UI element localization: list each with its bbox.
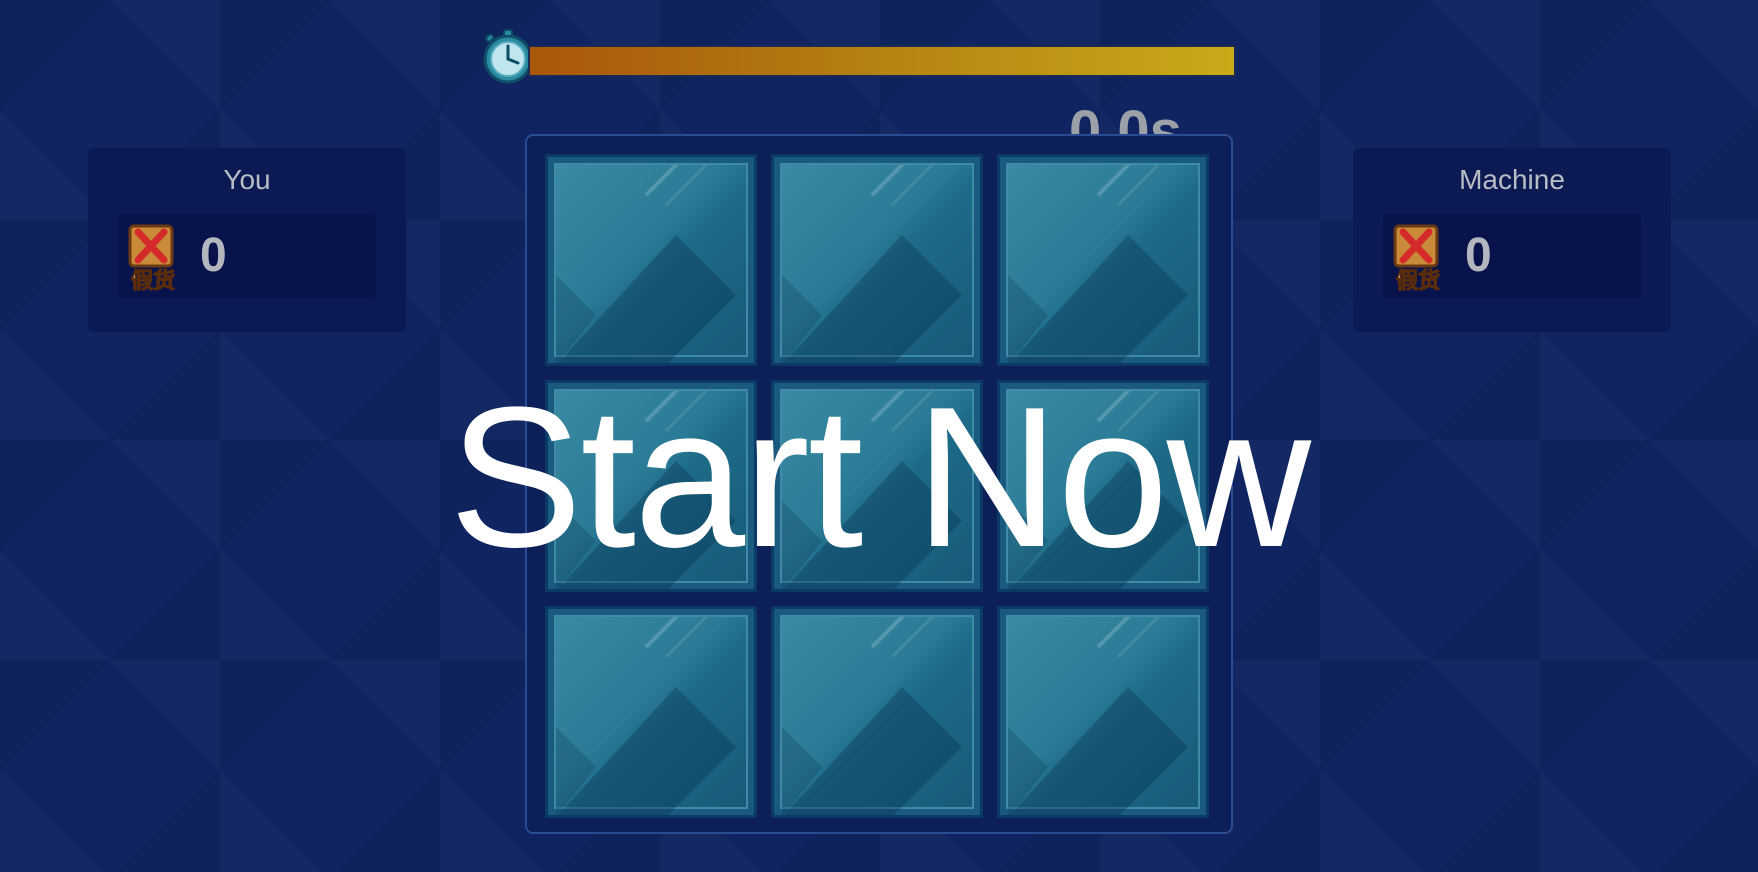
player-name: Machine [1459,164,1565,195]
card-tile[interactable] [771,606,983,818]
card-back [1006,615,1200,815]
timer-progress-bar [528,45,1236,77]
player-panel-machine: Machine 假货 0 [1353,148,1671,332]
badge-text: 假货 [131,268,175,294]
badge-text: 假货 [1396,268,1440,294]
player-name: You [223,164,271,195]
timer [480,28,1236,88]
card-tile[interactable] [545,154,757,366]
card-tile[interactable] [545,606,757,818]
timer-progress-fill [530,47,1234,75]
score-value: 0 [200,229,227,282]
player-panel-you: You 假货 0 [88,148,406,332]
start-now-overlay[interactable]: Start Now [0,378,1758,578]
score-box: 假货 0 [118,214,376,298]
score-value: 0 [1465,229,1492,282]
card-tile[interactable] [771,154,983,366]
card-back [1006,163,1200,363]
card-back [554,163,748,363]
card-tile[interactable] [997,606,1209,818]
fake-goods-icon: 假货 [128,224,176,294]
card-back [554,615,748,815]
fake-goods-icon: 假货 [1393,224,1441,294]
card-back [780,615,974,815]
card-back [780,163,974,363]
card-tile[interactable] [997,154,1209,366]
score-box: 假货 0 [1383,214,1641,298]
